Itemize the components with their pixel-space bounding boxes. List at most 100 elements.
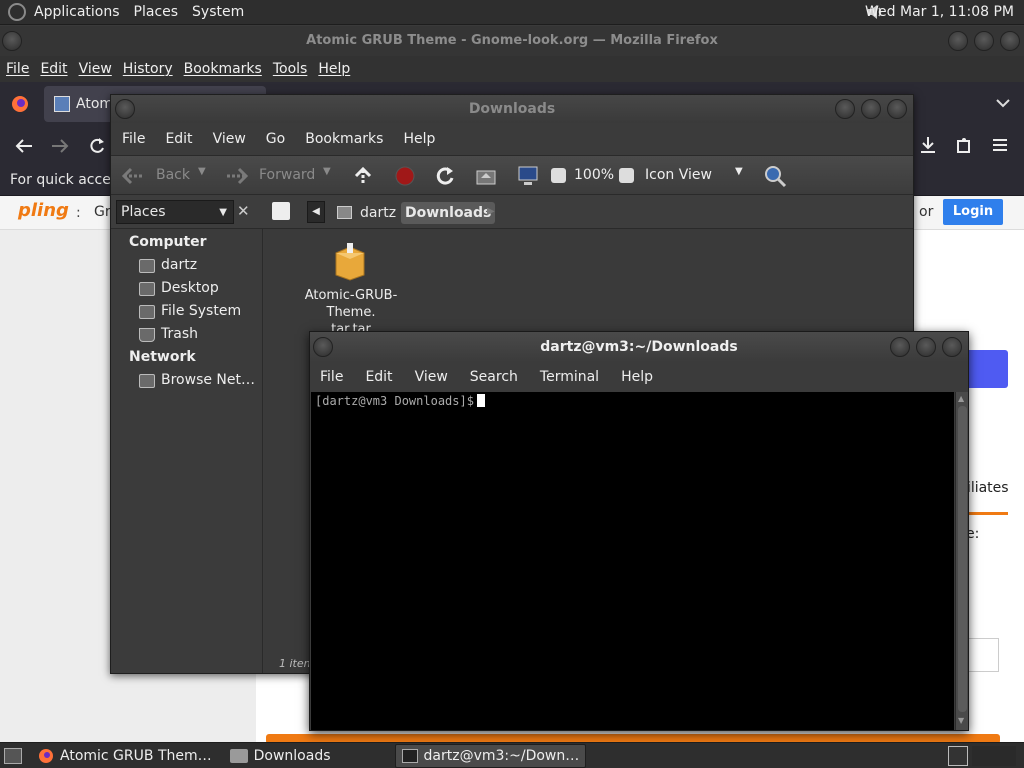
home-folder-icon[interactable] xyxy=(475,165,497,187)
ff-menu-tools[interactable]: Tools xyxy=(273,61,308,77)
taskbar-item-terminal[interactable]: dartz@vm3:~/Down… xyxy=(394,743,587,768)
computer-icon[interactable] xyxy=(516,165,540,187)
forward-arrow-icon[interactable] xyxy=(50,137,70,155)
sidebar-item-desktop[interactable]: Desktop xyxy=(111,277,262,300)
window-menu-button[interactable] xyxy=(115,99,135,119)
login-button[interactable]: Login xyxy=(943,199,1003,225)
sidebar-item-label: dartz xyxy=(161,257,198,273)
naut-menu-help[interactable]: Help xyxy=(403,131,435,147)
firefox-icon[interactable] xyxy=(10,94,30,114)
close-button[interactable] xyxy=(942,337,962,357)
sidebar-item-filesystem[interactable]: File System xyxy=(111,300,262,323)
edit-location-icon[interactable] xyxy=(272,202,290,220)
zoom-level[interactable]: 100% xyxy=(574,167,614,183)
view-mode-select[interactable]: Icon View xyxy=(645,167,712,183)
pling-logo[interactable]: pling xyxy=(18,200,69,221)
scroll-up-icon[interactable]: ▲ xyxy=(958,394,964,403)
naut-menu-file[interactable]: File xyxy=(122,131,145,147)
clock[interactable]: Wed Mar 1, 11:08 PM xyxy=(865,4,1014,20)
close-button[interactable] xyxy=(1000,31,1020,51)
scroll-down-icon[interactable]: ▼ xyxy=(958,716,964,725)
gnome-foot-icon[interactable] xyxy=(8,3,26,21)
naut-menu-go[interactable]: Go xyxy=(266,131,285,147)
places-label: Places xyxy=(121,204,166,220)
workspace-switcher-icon[interactable] xyxy=(948,745,968,766)
zoom-in-icon[interactable] xyxy=(619,168,634,183)
naut-menu-view[interactable]: View xyxy=(213,131,246,147)
path-right-arrow-icon[interactable]: ▶ xyxy=(487,206,495,217)
zoom-out-icon[interactable] xyxy=(551,168,566,183)
ff-menu-edit[interactable]: Edit xyxy=(40,61,67,77)
close-sidebar-icon[interactable]: ✕ xyxy=(237,202,250,220)
term-menu-search[interactable]: Search xyxy=(470,369,518,385)
view-mode-dropdown-icon[interactable]: ▼ xyxy=(735,166,743,177)
chevron-down-icon: ▼ xyxy=(219,206,227,218)
file-name-line1: Atomic-GRUB-Theme. xyxy=(304,288,398,320)
minimize-button[interactable] xyxy=(890,337,910,357)
ff-menu-view[interactable]: View xyxy=(79,61,112,77)
sidebar-item-dartz[interactable]: dartz xyxy=(111,254,262,277)
terminal-scrollbar[interactable]: ▲ ▼ xyxy=(955,392,968,730)
window-menu-button[interactable] xyxy=(2,31,22,51)
show-desktop-icon[interactable] xyxy=(4,747,22,764)
sidebar-item-trash[interactable]: Trash xyxy=(111,323,262,346)
firefox-titlebar[interactable]: Atomic GRUB Theme - Gnome-look.org — Moz… xyxy=(0,26,1024,56)
pling-partial-text: Gr xyxy=(94,204,111,220)
breadcrumb-downloads[interactable]: Downloads xyxy=(401,202,496,224)
package-icon[interactable] xyxy=(333,243,367,281)
desktop-icon xyxy=(139,281,155,296)
search-icon[interactable] xyxy=(763,164,787,188)
chevron-down-icon[interactable] xyxy=(994,96,1012,110)
term-menu-view[interactable]: View xyxy=(415,369,448,385)
back-arrow-icon[interactable] xyxy=(14,137,34,155)
back-dropdown-icon[interactable]: ▼ xyxy=(198,166,206,177)
window-menu-button[interactable] xyxy=(313,337,333,357)
extensions-icon[interactable] xyxy=(954,135,974,155)
close-button[interactable] xyxy=(887,99,907,119)
path-left-arrow-icon[interactable]: ◀ xyxy=(307,201,325,223)
naut-menu-bookmarks[interactable]: Bookmarks xyxy=(305,131,383,147)
places-menu[interactable]: Places xyxy=(134,4,179,20)
terminal-titlebar[interactable]: dartz@vm3:~/Downloads xyxy=(310,332,968,362)
forward-arrow-icon[interactable] xyxy=(225,166,249,186)
ff-menu-bookmarks[interactable]: Bookmarks xyxy=(184,61,262,77)
ff-menu-help[interactable]: Help xyxy=(318,61,350,77)
reload-icon[interactable] xyxy=(87,136,107,156)
term-menu-terminal[interactable]: Terminal xyxy=(540,369,599,385)
hamburger-menu-icon[interactable] xyxy=(990,136,1010,154)
download-icon[interactable] xyxy=(918,135,938,155)
forward-button[interactable]: Forward xyxy=(259,167,315,183)
maximize-button[interactable] xyxy=(974,31,994,51)
maximize-button[interactable] xyxy=(861,99,881,119)
drive-icon xyxy=(139,304,155,319)
places-dropdown[interactable]: Places ▼ xyxy=(116,200,234,224)
taskbar-item-firefox[interactable]: Atomic GRUB Them… xyxy=(32,744,218,768)
back-arrow-icon[interactable] xyxy=(121,166,145,186)
minimize-button[interactable] xyxy=(948,31,968,51)
ff-menu-file[interactable]: File xyxy=(6,61,29,77)
maximize-button[interactable] xyxy=(916,337,936,357)
breadcrumb-dartz[interactable]: dartz xyxy=(360,205,396,221)
term-menu-file[interactable]: File xyxy=(320,369,343,385)
trash-icon xyxy=(139,327,155,342)
sidebar-header-computer: Computer xyxy=(129,234,207,250)
top-panel-menu: Applications Places System xyxy=(8,3,244,21)
system-menu[interactable]: System xyxy=(192,4,244,20)
reload-icon[interactable] xyxy=(434,165,456,187)
up-arrow-icon[interactable] xyxy=(352,165,374,187)
term-menu-edit[interactable]: Edit xyxy=(365,369,392,385)
ff-menu-history[interactable]: History xyxy=(123,61,173,77)
applications-menu[interactable]: Applications xyxy=(34,4,120,20)
trash-applet[interactable] xyxy=(972,745,1016,766)
terminal-screen[interactable]: [dartz@vm3 Downloads]$ xyxy=(311,392,954,730)
back-button[interactable]: Back xyxy=(156,167,190,183)
minimize-button[interactable] xyxy=(835,99,855,119)
forward-dropdown-icon[interactable]: ▼ xyxy=(323,166,331,177)
term-menu-help[interactable]: Help xyxy=(621,369,653,385)
taskbar-item-downloads[interactable]: Downloads xyxy=(224,744,337,768)
scrollbar-thumb[interactable] xyxy=(958,406,967,712)
nautilus-titlebar[interactable]: Downloads xyxy=(111,95,913,123)
sidebar-item-browse-network[interactable]: Browse Net… xyxy=(111,369,262,392)
naut-menu-edit[interactable]: Edit xyxy=(165,131,192,147)
stop-icon[interactable] xyxy=(394,165,416,187)
